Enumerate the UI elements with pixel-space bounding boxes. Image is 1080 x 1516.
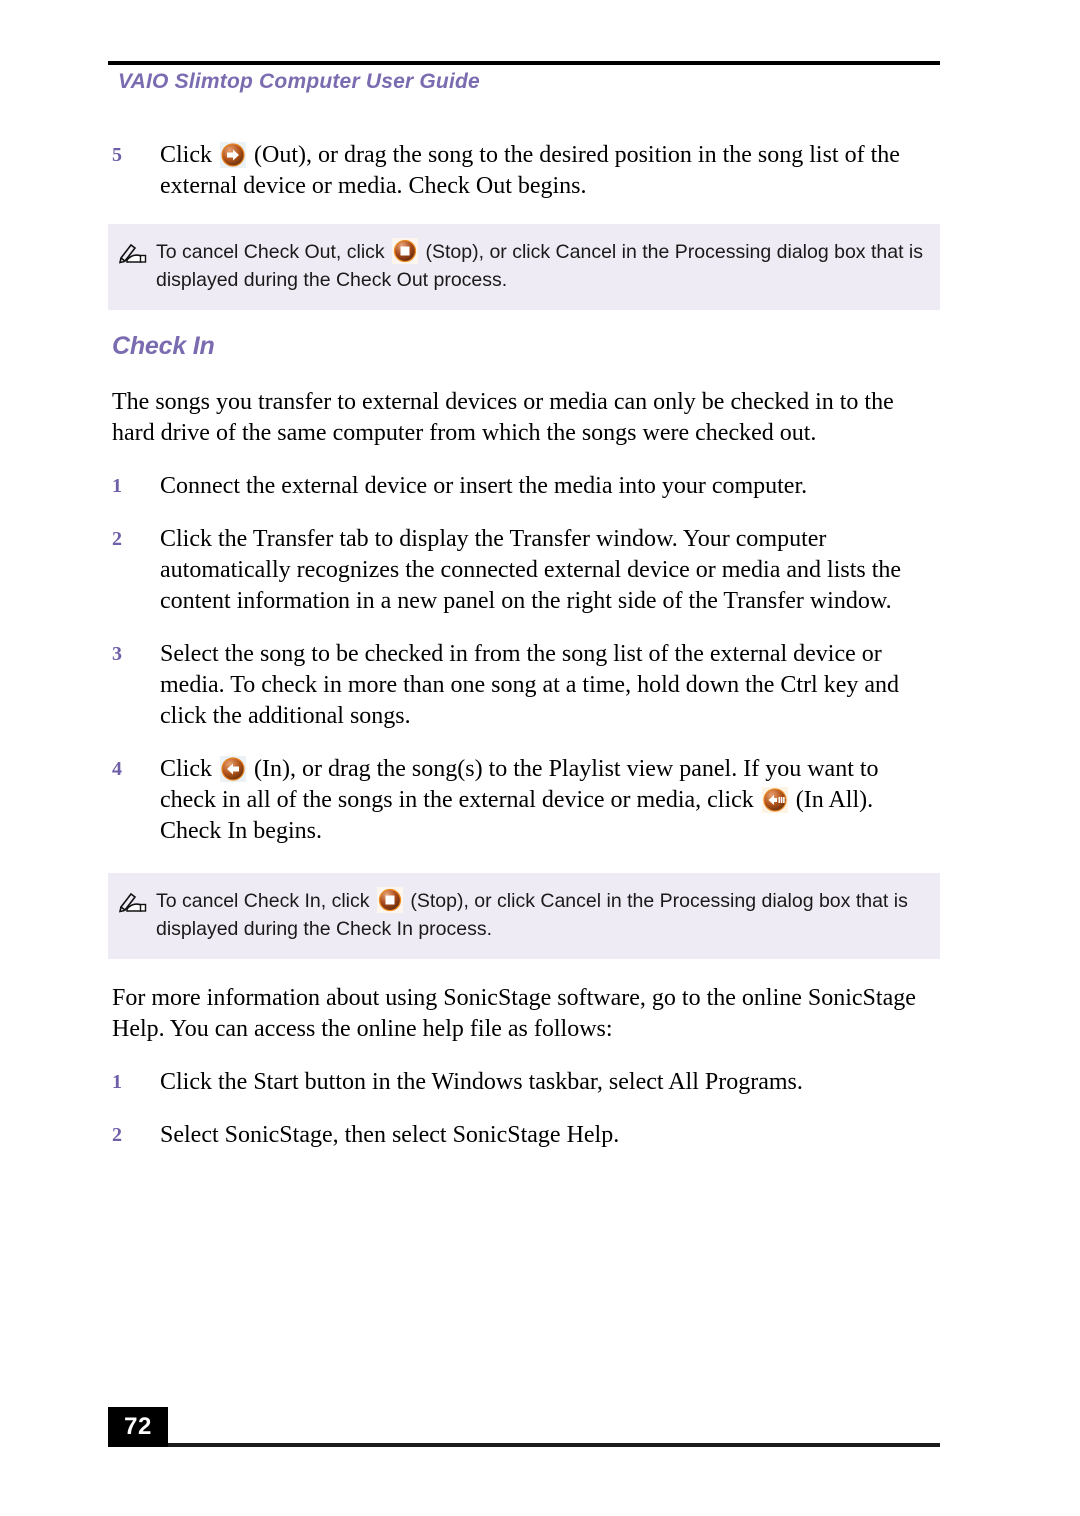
step5-text-after: (Out), or drag the song to the desired p… [160, 142, 900, 199]
document-page: VAIO Slimtop Computer User Guide 5 Click [0, 0, 1080, 1516]
step-number: 5 [112, 144, 122, 166]
section-heading-check-in: Check In [112, 332, 215, 360]
help-paragraph: For more information about using SonicSt… [112, 985, 916, 1042]
step-text: Click [160, 140, 940, 202]
step4-text-before: Click [160, 756, 212, 782]
step-text: Click the Start button in the Windows ta… [160, 1069, 803, 1095]
step-text: Click the Transfer tab to display the Tr… [160, 526, 902, 614]
step5-text-before: Click [160, 142, 212, 168]
check-in-icon [220, 756, 246, 782]
footer-divider [108, 1443, 940, 1447]
intro-paragraph: The songs you transfer to external devic… [112, 389, 894, 446]
list-item-step-2: 2 Click the Transfer tab to display the … [108, 524, 940, 617]
note-box-check-in: To cancel Check In, click (Stop), or cli… [108, 873, 940, 959]
step-number: 3 [112, 643, 122, 665]
stop-icon [392, 238, 419, 264]
step-number: 2 [112, 1124, 122, 1146]
list-item-help-step-1: 1 Click the Start button in the Windows … [108, 1067, 940, 1098]
step-number: 1 [112, 1071, 122, 1093]
note2-text-before: To cancel Check In, click [156, 890, 370, 912]
list-item-step-1: 1 Connect the external device or insert … [108, 471, 940, 502]
note-pencil-icon [118, 887, 156, 920]
list-item-help-step-2: 2 Select SonicStage, then select SonicSt… [108, 1120, 940, 1151]
note-pencil-icon [118, 238, 156, 271]
step-text: Select SonicStage, then select SonicStag… [160, 1122, 620, 1148]
note1-text-before: To cancel Check Out, click [156, 241, 385, 263]
check-in-all-icon [761, 787, 788, 813]
page-content: 5 Click (Out), or drag the song to the d… [108, 140, 940, 1173]
page-number-badge: 72 [108, 1407, 168, 1447]
step-text: Click [160, 754, 940, 847]
list-item-step-5: 5 Click (Out), or drag the song to the d… [108, 140, 940, 202]
step-number: 1 [112, 475, 122, 497]
step-number: 2 [112, 528, 122, 550]
stop-icon [376, 887, 403, 913]
list-item-step-4: 4 Click (In), or drag the song(s) to the… [108, 754, 940, 847]
note-box-check-out: To cancel Check Out, click (Stop), or cl… [108, 224, 940, 310]
list-item-step-3: 3 Select the song to be checked in from … [108, 639, 940, 732]
note-text: To cancel Check In, click (Stop), or cli… [156, 887, 924, 943]
header-divider [108, 61, 940, 65]
check-out-icon [220, 142, 246, 168]
step-text: Select the song to be checked in from th… [160, 641, 900, 729]
step-text: Connect the external device or insert th… [160, 473, 808, 499]
step-number: 4 [112, 758, 122, 780]
note-text: To cancel Check Out, click (Stop), or cl… [156, 238, 924, 294]
page-header-title: VAIO Slimtop Computer User Guide [118, 70, 480, 93]
